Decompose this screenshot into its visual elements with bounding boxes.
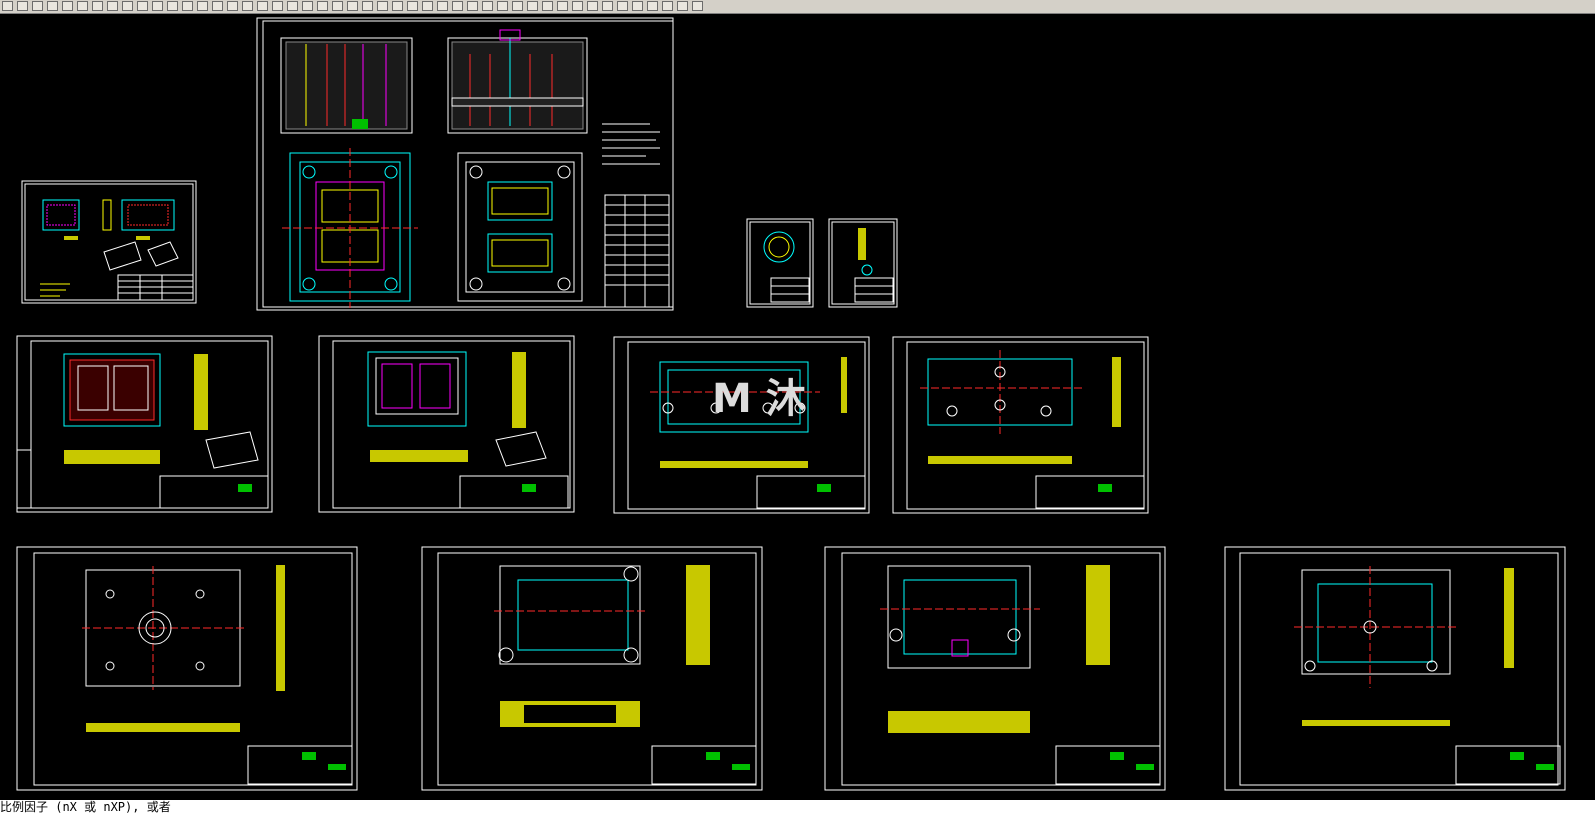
measure-icon[interactable] xyxy=(617,1,628,11)
list-icon[interactable] xyxy=(632,1,643,11)
drawing-sheet[interactable] xyxy=(893,337,1148,513)
extend-icon[interactable] xyxy=(467,1,478,11)
fillet-icon[interactable] xyxy=(482,1,493,11)
properties-icon[interactable] xyxy=(347,1,358,11)
help-icon[interactable] xyxy=(692,1,703,11)
drawing-sheet[interactable] xyxy=(829,219,897,307)
draw-line-icon[interactable] xyxy=(212,1,223,11)
open-icon[interactable] xyxy=(17,1,28,11)
command-line[interactable]: 比例因子 (nX 或 nXP), 或者 xyxy=(0,800,1595,815)
plot-icon[interactable] xyxy=(47,1,58,11)
redo-icon[interactable] xyxy=(152,1,163,11)
erase-icon[interactable] xyxy=(392,1,403,11)
drawing-canvas[interactable]: M 沐 xyxy=(0,14,1595,800)
drawing-sheet[interactable] xyxy=(422,547,762,790)
mirror-icon[interactable] xyxy=(542,1,553,11)
preview-icon[interactable] xyxy=(62,1,73,11)
explode-icon[interactable] xyxy=(512,1,523,11)
draw-polyline-icon[interactable] xyxy=(227,1,238,11)
array-icon[interactable] xyxy=(527,1,538,11)
copy-icon[interactable] xyxy=(92,1,103,11)
drawing-sheet[interactable] xyxy=(17,547,357,790)
design-center-icon[interactable] xyxy=(362,1,373,11)
scale-icon[interactable] xyxy=(437,1,448,11)
tool-palette-icon[interactable] xyxy=(377,1,388,11)
drawing-sheet[interactable] xyxy=(257,18,673,310)
dimension-icon[interactable] xyxy=(287,1,298,11)
undo-icon[interactable] xyxy=(137,1,148,11)
command-line-text: 比例因子 (nX 或 nXP), 或者 xyxy=(0,800,171,814)
drawing-sheet[interactable] xyxy=(22,181,196,303)
text-icon[interactable] xyxy=(302,1,313,11)
join-icon[interactable] xyxy=(602,1,613,11)
drawing-sheet[interactable] xyxy=(17,336,272,512)
trim-icon[interactable] xyxy=(452,1,463,11)
block-icon[interactable] xyxy=(317,1,328,11)
paste-icon[interactable] xyxy=(107,1,118,11)
new-icon[interactable] xyxy=(2,1,13,11)
viewport-icon[interactable] xyxy=(662,1,673,11)
drawing-sheet[interactable] xyxy=(319,336,574,512)
hatch-icon[interactable] xyxy=(272,1,283,11)
watermark-logo: M 沐 xyxy=(712,376,806,422)
match-properties-icon[interactable] xyxy=(122,1,133,11)
chamfer-icon[interactable] xyxy=(497,1,508,11)
zoom-icon[interactable] xyxy=(182,1,193,11)
stretch-icon[interactable] xyxy=(572,1,583,11)
pan-icon[interactable] xyxy=(167,1,178,11)
save-icon[interactable] xyxy=(32,1,43,11)
drawing-sheet[interactable] xyxy=(614,337,869,513)
layer-icon[interactable] xyxy=(197,1,208,11)
draw-arc-icon[interactable] xyxy=(257,1,268,11)
cut-icon[interactable] xyxy=(77,1,88,11)
break-icon[interactable] xyxy=(587,1,598,11)
render-icon[interactable] xyxy=(677,1,688,11)
drawing-sheet[interactable] xyxy=(747,219,813,307)
drawing-sheet[interactable] xyxy=(1225,547,1565,790)
move-icon[interactable] xyxy=(407,1,418,11)
draw-circle-icon[interactable] xyxy=(242,1,253,11)
layout-icon[interactable] xyxy=(647,1,658,11)
drawing-sheet[interactable] xyxy=(825,547,1165,790)
rotate-icon[interactable] xyxy=(422,1,433,11)
offset-icon[interactable] xyxy=(557,1,568,11)
toolbar xyxy=(0,0,1595,14)
insert-icon[interactable] xyxy=(332,1,343,11)
